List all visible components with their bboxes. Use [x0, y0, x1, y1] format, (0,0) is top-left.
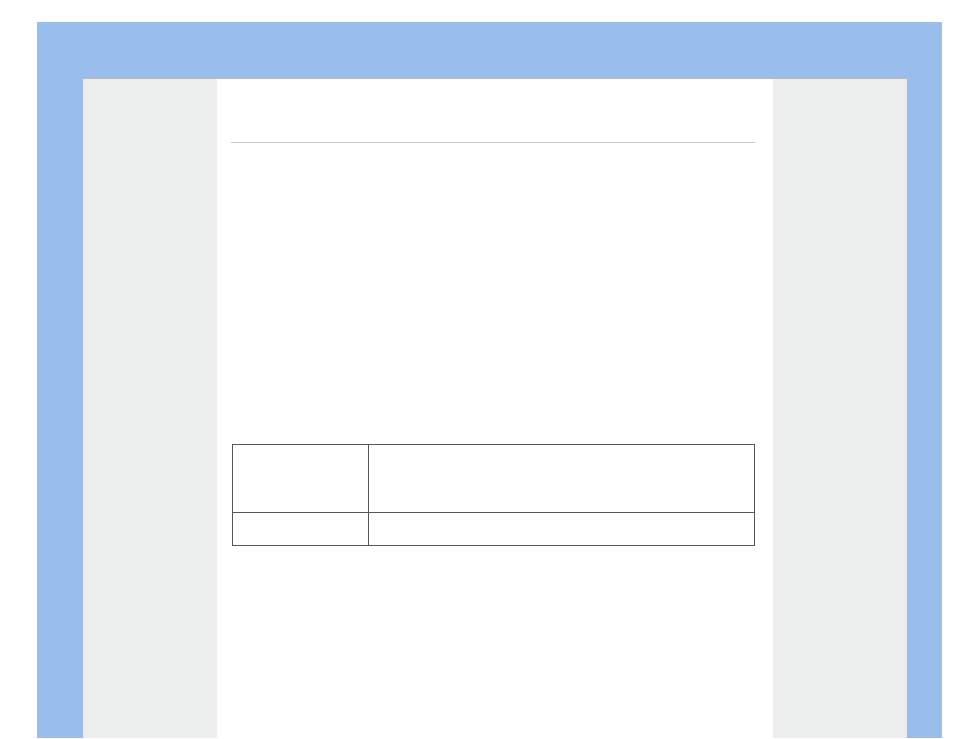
table-cell[interactable]	[368, 445, 754, 513]
cell-text[interactable]	[369, 445, 754, 453]
table-cell[interactable]	[233, 445, 369, 513]
table-cell[interactable]	[233, 513, 369, 546]
cell-text[interactable]	[233, 513, 368, 521]
horizontal-rule	[231, 142, 755, 143]
cell-text[interactable]	[233, 445, 368, 453]
cell-text[interactable]	[369, 513, 754, 521]
table-row[interactable]	[233, 513, 755, 546]
content-table[interactable]	[232, 444, 755, 546]
document-page[interactable]	[217, 79, 773, 739]
document-canvas[interactable]	[83, 78, 907, 738]
document-background	[37, 22, 942, 738]
app-window	[0, 0, 954, 738]
table-cell[interactable]	[368, 513, 754, 546]
table-row[interactable]	[233, 445, 755, 513]
